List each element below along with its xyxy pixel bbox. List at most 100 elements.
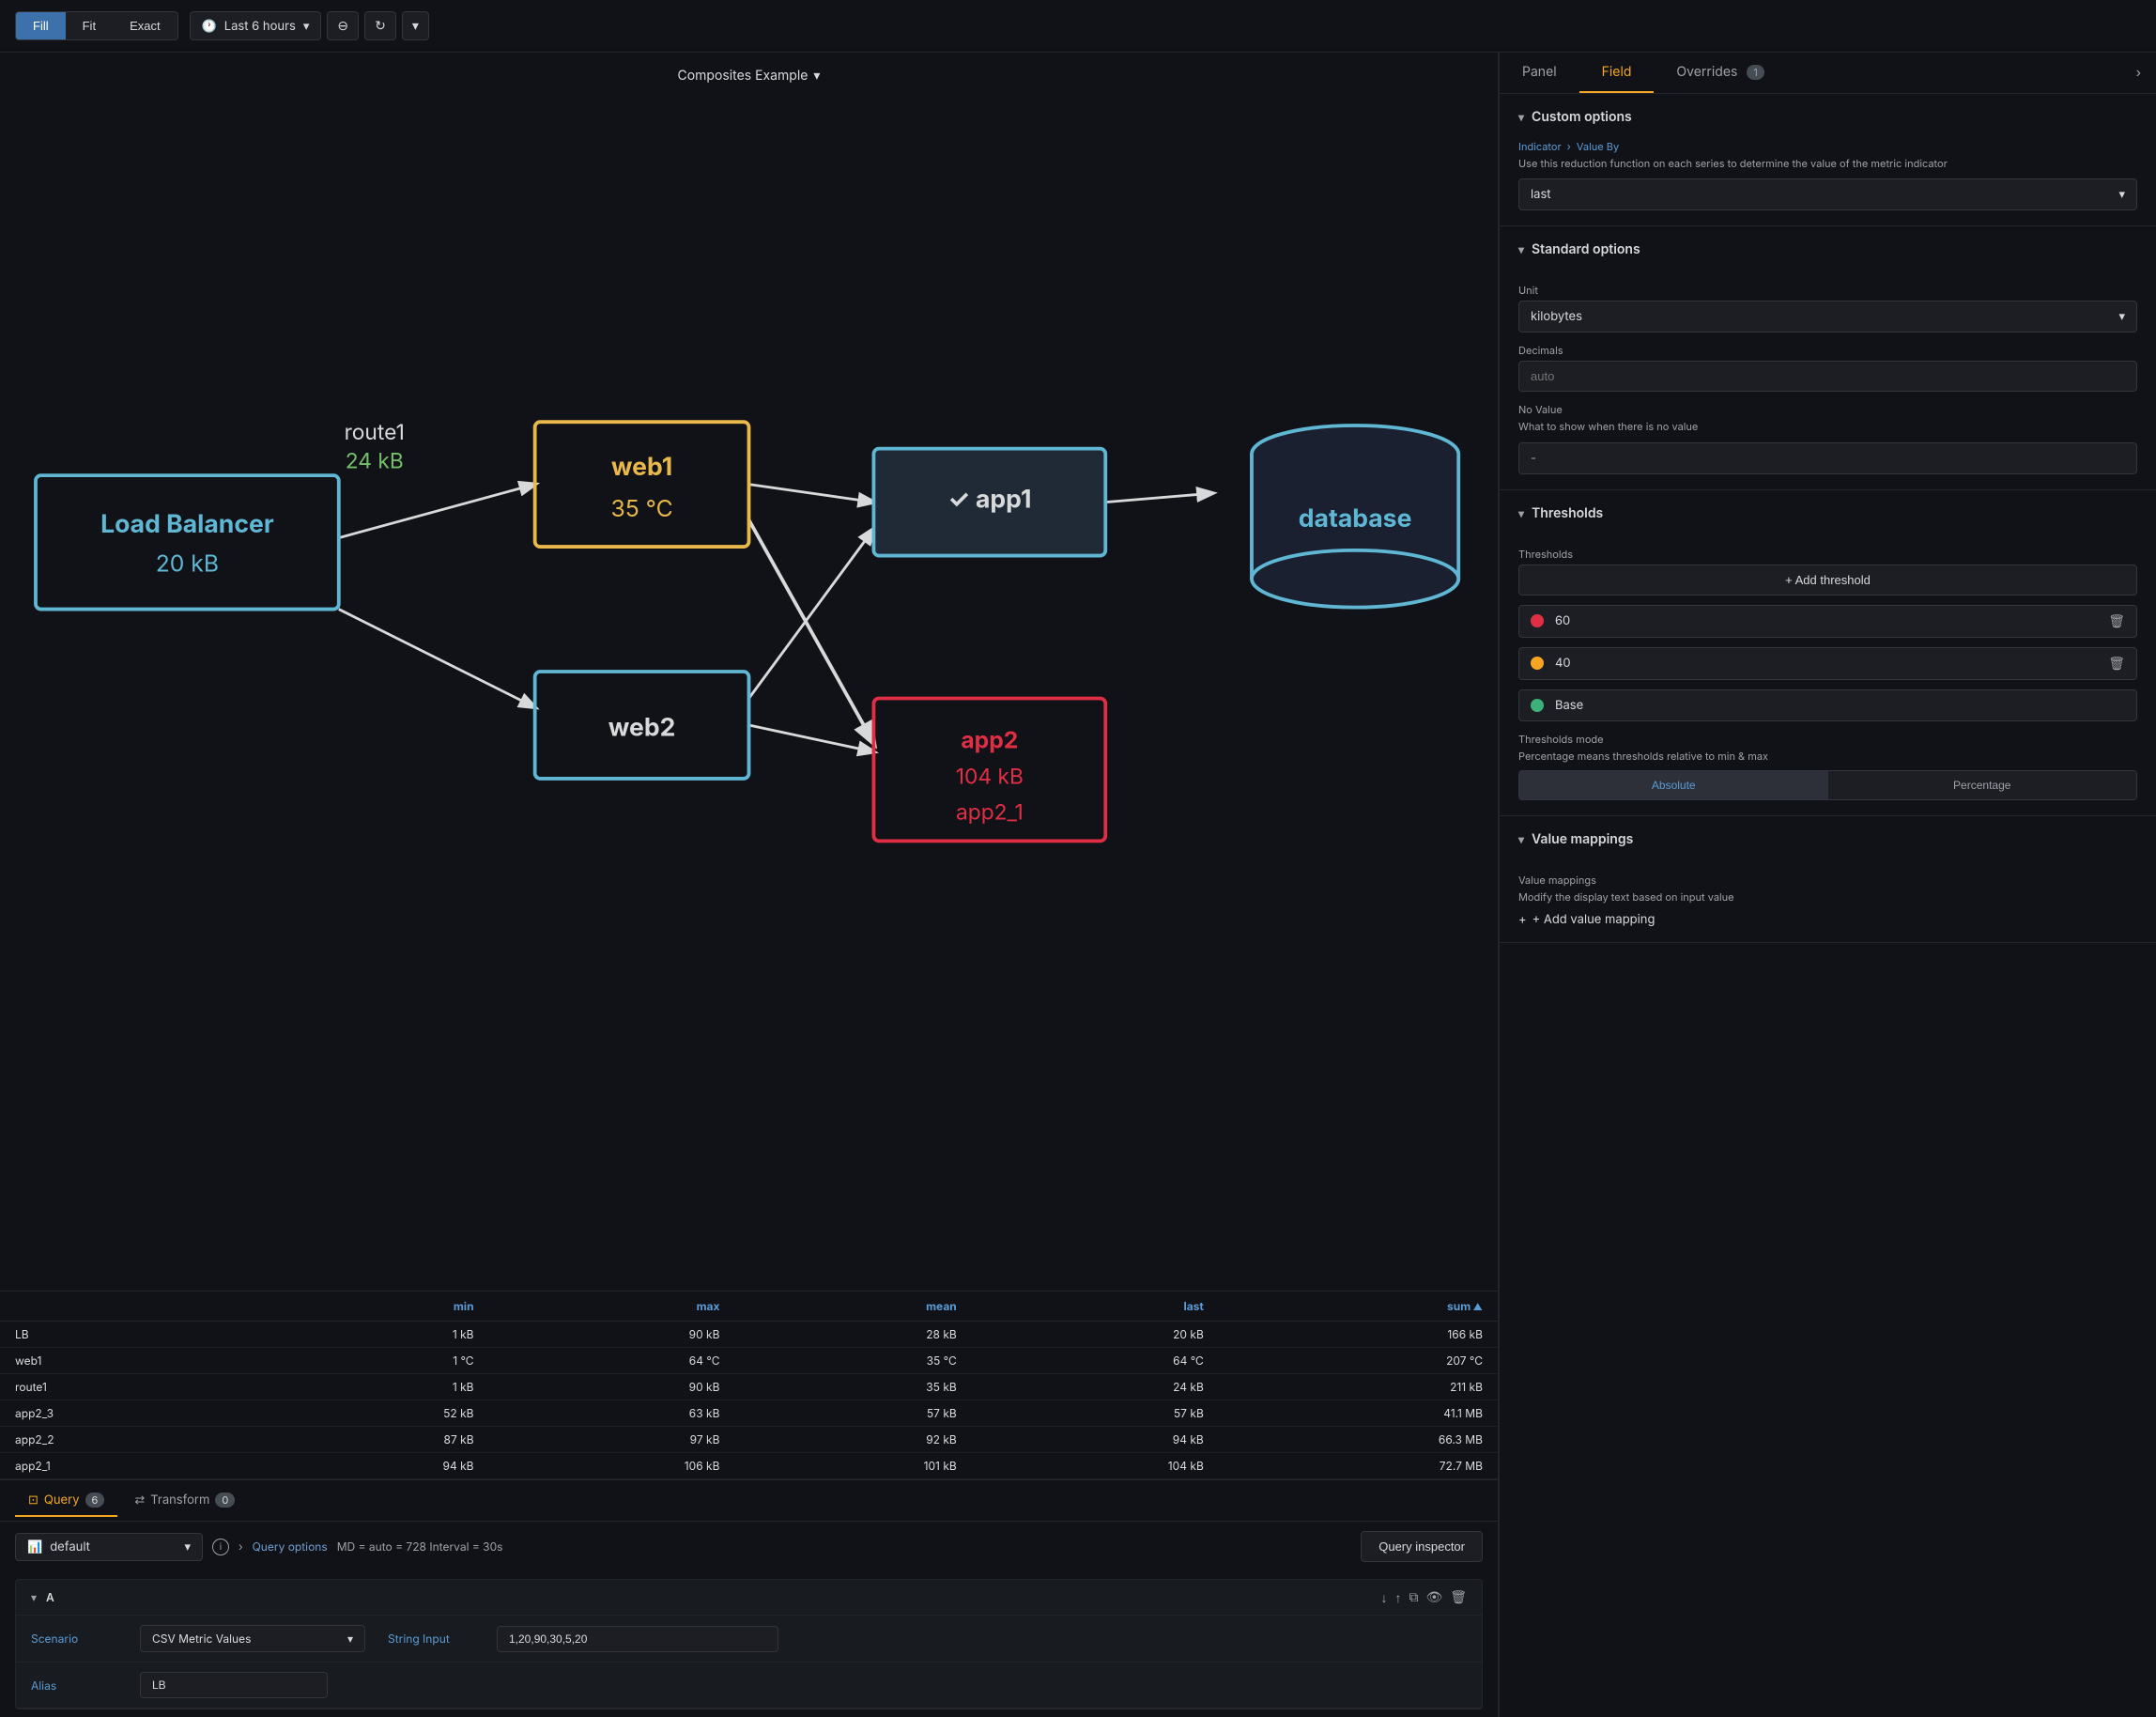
datasource-select[interactable]: 📊 default ▾ <box>15 1533 203 1561</box>
value-mappings-header[interactable]: ▾ Value mappings <box>1500 816 2156 862</box>
svg-text:database: database <box>1299 503 1412 534</box>
svg-text:web1: web1 <box>611 452 672 482</box>
custom-options-description: Use this reduction function on each seri… <box>1518 157 2137 171</box>
threshold-absolute-btn[interactable]: Absolute <box>1519 771 1828 799</box>
unit-select[interactable]: kilobytes ▾ <box>1518 301 2137 333</box>
cell-min: 94 kB <box>259 1453 488 1479</box>
cell-name: LB <box>0 1322 259 1348</box>
cell-mean: 35 °C <box>734 1348 971 1374</box>
fill-button[interactable]: Fill <box>16 12 66 39</box>
col-name-header[interactable] <box>0 1292 259 1322</box>
col-max-header[interactable]: max <box>489 1292 735 1322</box>
custom-options-body: Indicator › Value By Use this reduction … <box>1500 140 2156 225</box>
panel-tab-field[interactable]: Field <box>1579 53 1655 93</box>
panel-tab-panel[interactable]: Panel <box>1500 53 1579 93</box>
decimals-input[interactable] <box>1518 361 2137 392</box>
thresholds-header[interactable]: ▾ Thresholds <box>1500 490 2156 536</box>
value-mappings-chevron: ▾ <box>1518 832 1524 846</box>
col-mean-header[interactable]: mean <box>734 1292 971 1322</box>
threshold-mode-sublabel: Percentage means thresholds relative to … <box>1518 750 2137 763</box>
query-a-toggle-vis[interactable]: 👁 <box>1425 1589 1442 1605</box>
canvas-title-text: Composites Example <box>678 68 808 84</box>
cell-name: app2_1 <box>0 1453 259 1479</box>
col-last-header[interactable]: last <box>972 1292 1219 1322</box>
scenario-select[interactable]: CSV Metric Values ▾ <box>140 1625 365 1652</box>
svg-text:route1: route1 <box>345 420 405 445</box>
string-input-field[interactable] <box>497 1626 778 1652</box>
tab-query[interactable]: ⊡ Query 6 <box>15 1485 117 1517</box>
tab-transform[interactable]: ⇄ Transform 0 <box>121 1485 248 1517</box>
canvas-title: Composites Example ▾ <box>0 53 1498 99</box>
toolbar-left: Fill Fit Exact 🕐 Last 6 hours ▾ ⊖ ↻ ▾ <box>15 11 429 40</box>
svg-text:app2_1: app2_1 <box>956 800 1024 826</box>
add-value-mapping-button[interactable]: + + Add value mapping <box>1518 912 2137 927</box>
top-toolbar: Fill Fit Exact 🕐 Last 6 hours ▾ ⊖ ↻ ▾ <box>0 0 2156 53</box>
no-value-label: No Value <box>1518 403 2137 416</box>
query-a-collapse-icon[interactable]: ▾ <box>31 1590 37 1604</box>
threshold-item-60: 60 🗑 <box>1518 605 2137 638</box>
query-inspector-button[interactable]: Query inspector <box>1361 1531 1483 1562</box>
threshold-percentage-btn[interactable]: Percentage <box>1828 771 2137 799</box>
custom-options-header[interactable]: ▾ Custom options <box>1500 94 2156 140</box>
cell-max: 97 kB <box>489 1427 735 1453</box>
threshold-mode-row: Thresholds mode Percentage means thresho… <box>1518 733 2137 800</box>
threshold-color-dot-60[interactable] <box>1531 614 1544 627</box>
cell-name: route1 <box>0 1374 259 1400</box>
fit-button[interactable]: Fit <box>66 12 113 39</box>
threshold-delete-40[interactable]: 🗑 <box>2108 656 2125 672</box>
query-a-move-up[interactable]: ↑ <box>1394 1590 1401 1605</box>
expand-panel-button[interactable]: › <box>2121 54 2156 93</box>
add-threshold-button[interactable]: + Add threshold <box>1518 565 2137 596</box>
exact-button[interactable]: Exact <box>113 12 177 39</box>
value-by-select[interactable]: last ▾ <box>1518 178 2137 210</box>
cell-max: 90 kB <box>489 1374 735 1400</box>
cell-sum: 41.1 MB <box>1219 1400 1498 1427</box>
cell-name: app2_3 <box>0 1400 259 1427</box>
query-options-link[interactable]: Query options <box>253 1539 328 1554</box>
query-a-move-down[interactable]: ↓ <box>1380 1590 1387 1605</box>
time-picker[interactable]: 🕐 Last 6 hours ▾ <box>190 11 322 40</box>
standard-options-title: Standard options <box>1532 241 1640 257</box>
value-mappings-description: Modify the display text based on input v… <box>1518 890 2137 905</box>
zoom-out-button[interactable]: ⊖ <box>327 11 359 40</box>
query-a-delete[interactable]: 🗑 <box>1450 1589 1467 1605</box>
chevron-down-icon: ▾ <box>2118 187 2125 202</box>
indicator-breadcrumb: Indicator › Value By <box>1518 140 2137 153</box>
network-diagram: Load Balancer 20 kB route1 24 kB web1 35… <box>0 53 1498 1291</box>
data-table: min max mean last sum LB 1 kB 90 kB 28 k… <box>0 1291 1498 1479</box>
thresholds-title: Thresholds <box>1532 505 1603 521</box>
main-content: Composites Example ▾ <box>0 53 2156 1717</box>
col-min-header[interactable]: min <box>259 1292 488 1322</box>
svg-text:web2: web2 <box>608 712 676 742</box>
query-a-actions: ↓ ↑ ⧉ 👁 🗑 <box>1380 1589 1467 1605</box>
threshold-color-dot-40[interactable] <box>1531 657 1544 670</box>
info-icon[interactable]: i <box>212 1539 229 1555</box>
left-panel: Composites Example ▾ <box>0 53 1499 1717</box>
col-sum-header[interactable]: sum <box>1219 1292 1498 1322</box>
cell-last: 104 kB <box>972 1453 1219 1479</box>
query-a-header: ▾ A ↓ ↑ ⧉ 👁 🗑 <box>16 1580 1482 1616</box>
refresh-button[interactable]: ↻ <box>364 11 396 40</box>
value-mappings-body: Value mappings Modify the display text b… <box>1500 874 2156 942</box>
query-a-duplicate[interactable]: ⧉ <box>1409 1589 1418 1605</box>
standard-options-header[interactable]: ▾ Standard options <box>1500 226 2156 272</box>
cell-min: 1 °C <box>259 1348 488 1374</box>
alias-input-field[interactable] <box>140 1672 328 1698</box>
cell-mean: 57 kB <box>734 1400 971 1427</box>
add-value-mapping-label: + Add value mapping <box>1532 912 1656 927</box>
more-options-button[interactable]: ▾ <box>402 11 429 40</box>
panel-tab-overrides[interactable]: Overrides 1 <box>1654 53 1786 93</box>
cell-sum: 166 kB <box>1219 1322 1498 1348</box>
threshold-value-40: 40 <box>1555 656 2097 671</box>
overrides-tab-label: Overrides <box>1676 64 1737 80</box>
threshold-value-60: 60 <box>1555 613 2097 628</box>
custom-options-title: Custom options <box>1532 109 1632 125</box>
threshold-color-dot-base[interactable] <box>1531 699 1544 712</box>
threshold-delete-60[interactable]: 🗑 <box>2108 613 2125 629</box>
value-mappings-title: Value mappings <box>1532 831 1633 847</box>
svg-text:20 kB: 20 kB <box>156 549 219 578</box>
cell-max: 63 kB <box>489 1400 735 1427</box>
svg-text:Load Balancer: Load Balancer <box>100 509 274 539</box>
query-a-scenario-row: Scenario CSV Metric Values ▾ String Inpu… <box>16 1616 1482 1663</box>
cell-min: 1 kB <box>259 1322 488 1348</box>
